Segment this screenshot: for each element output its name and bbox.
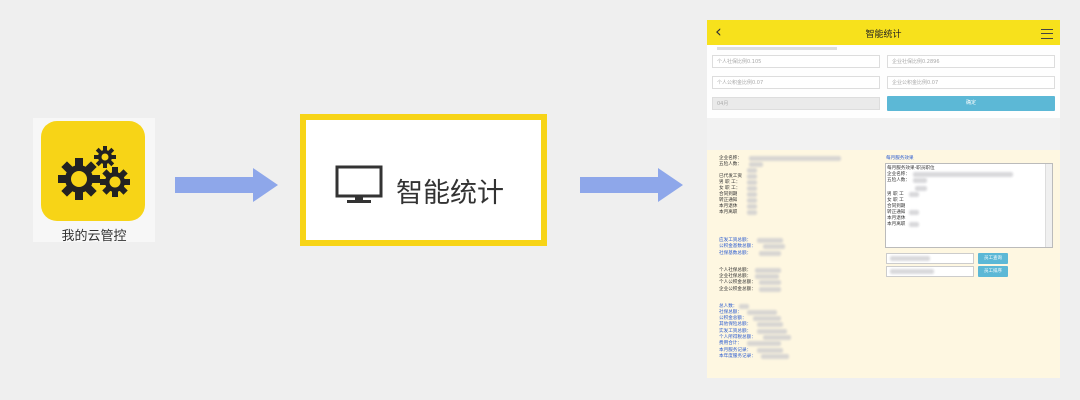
stat-label: 公积金基数总额：: [719, 244, 756, 249]
log-line: 每月服务效果-职员职位: [887, 166, 935, 171]
blurred-value: [747, 204, 757, 209]
service-heading: 每月服务效果: [886, 156, 914, 161]
blurred-value: [747, 168, 757, 173]
blurred-value: [739, 304, 749, 309]
stat-label: 个人所得税总额：: [719, 335, 756, 340]
blurred-value: [763, 335, 791, 340]
blurred-value: [757, 238, 783, 243]
gear-icon: [58, 146, 130, 200]
blurred-value: [909, 210, 919, 215]
phone-screen: ‹ 智能统计 个人社保比例0.105 企业社保比例0.2896 个人公积金比例0…: [707, 20, 1060, 378]
blurred-value: [747, 198, 757, 203]
blurred-value: [747, 174, 757, 179]
blurred-value: [915, 186, 927, 191]
month-input[interactable]: 04月: [712, 97, 880, 110]
blurred-value: [757, 322, 783, 327]
blurred-value: [747, 210, 757, 215]
blurred-value: [909, 222, 919, 227]
blurred-value: [909, 192, 919, 197]
cut-off-row: [717, 47, 837, 50]
blurred-value: [759, 287, 781, 292]
stat-label: 本月服务记录：: [719, 348, 752, 353]
log-line: 转正通知: [887, 210, 906, 215]
stat-label: 五险人数：: [719, 162, 742, 167]
stat-label: 企业社保总额：: [719, 274, 752, 279]
blurred-value: [890, 256, 930, 261]
log-line: 合同到期: [887, 204, 906, 209]
menu-icon[interactable]: [1041, 29, 1053, 39]
stat-label: 企业名称：: [719, 156, 742, 161]
log-line: 男 职 工: [887, 192, 904, 197]
blurred-value: [747, 180, 757, 185]
log-line: 企业名称：: [887, 172, 910, 177]
blurred-value: [913, 178, 927, 183]
stat-label: 本月离职: [719, 210, 738, 215]
stat-label: 社保总额：: [719, 310, 742, 315]
blurred-value: [753, 316, 781, 321]
blurred-value: [757, 348, 783, 353]
blurred-value: [747, 341, 781, 346]
scrollbar[interactable]: [1045, 164, 1052, 247]
stat-label: 男 职 工：: [719, 180, 741, 185]
blurred-value: [747, 310, 777, 315]
log-line: 五险人数：: [887, 178, 910, 183]
blurred-value: [913, 172, 1013, 177]
blurred-value: [749, 156, 841, 161]
stat-label: 合同到期: [719, 192, 738, 197]
confirm-button[interactable]: 确定: [887, 96, 1055, 111]
blurred-value: [763, 244, 785, 249]
stat-label: 转正通知: [719, 198, 738, 203]
stat-label: 应发工资总额：: [719, 238, 752, 243]
arrow-right-icon: [175, 168, 279, 202]
stat-label: 实发工资总额：: [719, 329, 752, 334]
blurred-value: [749, 162, 763, 167]
stat-label: 社保基数总额：: [719, 251, 752, 256]
personal-fund-input[interactable]: 个人公积金比例0.07: [712, 76, 880, 89]
company-social-input[interactable]: 企业社保比例0.2896: [887, 55, 1055, 68]
stat-label: 已代发工资: [719, 174, 742, 179]
log-line: 本月退休: [887, 216, 906, 221]
blurred-value: [761, 354, 789, 359]
monitor-icon: [335, 165, 383, 209]
stat-label: 总人数：: [719, 304, 738, 309]
blurred-value: [755, 274, 779, 279]
blurred-value: [755, 268, 781, 273]
sort-button[interactable]: 员工排序: [978, 266, 1008, 277]
stat-label: 女 职 工：: [719, 186, 741, 191]
app-label: 我的云管控: [61, 229, 127, 244]
spacer: [707, 118, 1060, 150]
stat-label: 公积金总额：: [719, 316, 747, 321]
stat-label: 本月退休: [719, 204, 738, 209]
phone-title: 智能统计: [865, 30, 902, 40]
app-icon[interactable]: [41, 121, 145, 221]
log-line: 本月离职: [887, 222, 906, 227]
query-button[interactable]: 员工查询: [978, 253, 1008, 264]
stat-label: 个人公积金总额：: [719, 280, 756, 285]
blurred-value: [747, 192, 757, 197]
stat-label: 个人社保总额：: [719, 268, 752, 273]
personal-social-input[interactable]: 个人社保比例0.105: [712, 55, 880, 68]
feature-label: 智能统计: [396, 178, 504, 209]
blurred-value: [759, 251, 781, 256]
blurred-value: [747, 186, 757, 191]
blurred-value: [759, 280, 781, 285]
blurred-value: [757, 329, 787, 334]
blurred-value: [890, 269, 934, 274]
stat-label: 本年度服务记录：: [719, 354, 756, 359]
company-fund-input[interactable]: 企业公积金比例0.07: [887, 76, 1055, 89]
stat-label: 其他保险总额：: [719, 322, 752, 327]
stat-label: 费用合计：: [719, 341, 742, 346]
stat-label: 企业公积金总额：: [719, 287, 756, 292]
log-line: 女 职 工: [887, 198, 904, 203]
arrow-right-icon: [580, 168, 684, 202]
